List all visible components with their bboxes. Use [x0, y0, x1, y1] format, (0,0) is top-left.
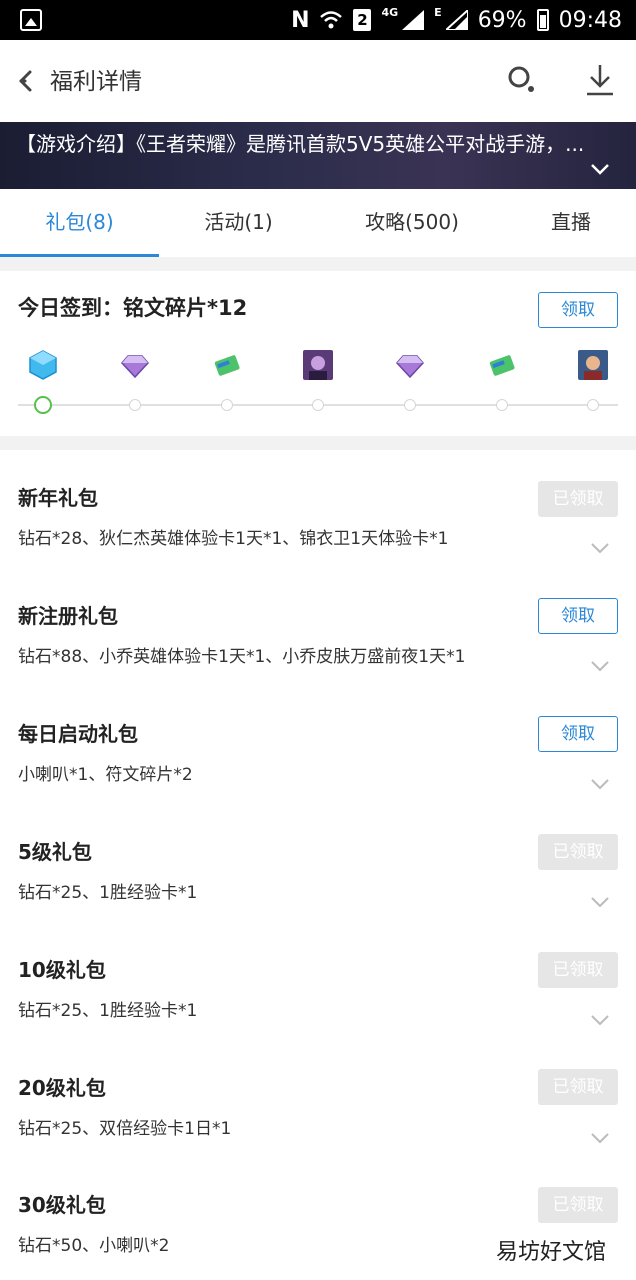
tab-guides[interactable]: 攻略(500)	[318, 189, 506, 257]
signal-icon-2	[445, 10, 468, 30]
gift-desc: 钻石*28、狄仁杰英雄体验卡1天*1、锦衣卫1天体验卡*1	[18, 529, 449, 549]
tab-bar: 礼包(8) 活动(1) 攻略(500) 直播	[0, 189, 636, 257]
purple-gem-icon	[395, 355, 425, 379]
green-card-icon	[489, 355, 515, 376]
gift-name: 新注册礼包	[18, 604, 118, 628]
network-type-label-2: E	[434, 5, 442, 19]
sim-icon: 2	[353, 9, 372, 31]
gift-claimed-button: 已领取	[538, 481, 618, 517]
section-divider	[0, 257, 636, 271]
gift-claimed-button: 已领取	[538, 1187, 618, 1223]
back-arrow-icon[interactable]	[14, 68, 40, 94]
game-intro-banner[interactable]: 【游戏介绍】《王者荣耀》是腾讯首款5V5英雄公平对战手游，...	[0, 122, 636, 189]
signin-day-dot	[129, 399, 141, 411]
chevron-down-icon[interactable]	[590, 1132, 610, 1145]
gift-desc: 钻石*25、1胜经验卡*1	[18, 883, 198, 903]
gift-name: 5级礼包	[18, 840, 92, 864]
gift-name: 30级礼包	[18, 1193, 106, 1217]
page-title: 福利详情	[50, 69, 142, 95]
gift-claim-button[interactable]: 领取	[538, 598, 618, 634]
section-divider	[0, 436, 636, 450]
chevron-down-icon[interactable]	[590, 896, 610, 909]
chevron-down-icon[interactable]	[590, 1014, 610, 1027]
network-type-label: 4G	[381, 5, 399, 19]
tab-live[interactable]: 直播	[506, 189, 636, 257]
clock: 09:48	[558, 7, 622, 33]
signin-claim-button[interactable]: 领取	[538, 292, 618, 328]
green-card-icon	[214, 355, 240, 376]
signin-day-dot	[312, 399, 324, 411]
gift-name: 新年礼包	[18, 486, 98, 510]
purple-gem-icon	[120, 355, 150, 379]
app-header: 福利详情	[0, 40, 636, 122]
status-bar: N 2 4G E 69% 09:48	[0, 0, 636, 40]
signin-day-dot	[404, 399, 416, 411]
gift-name: 20级礼包	[18, 1076, 106, 1100]
battery-icon	[536, 9, 549, 31]
hero-avatar-icon	[578, 350, 608, 380]
signin-day-dot	[587, 399, 599, 411]
chevron-down-icon[interactable]	[590, 660, 610, 673]
gift-claimed-button: 已领取	[538, 1069, 618, 1105]
gift-desc: 钻石*25、双倍经验卡1日*1	[18, 1119, 232, 1139]
game-intro-text: 【游戏介绍】《王者荣耀》是腾讯首款5V5英雄公平对战手游，...	[16, 132, 585, 156]
gift-claimed-button: 已领取	[538, 952, 618, 988]
blue-crystal-icon	[29, 350, 57, 380]
status-icons: N 2 4G E 69% 09:48	[291, 0, 622, 40]
signin-day-dot	[221, 399, 233, 411]
chevron-down-icon[interactable]	[590, 162, 610, 176]
signal-icon	[402, 10, 425, 30]
signin-day-dot-current	[34, 396, 52, 414]
gift-claim-button[interactable]: 领取	[538, 716, 618, 752]
gift-claimed-button: 已领取	[538, 834, 618, 870]
hero-avatar-icon	[303, 350, 333, 380]
search-icon[interactable]	[506, 64, 538, 96]
gift-desc: 钻石*25、1胜经验卡*1	[18, 1001, 198, 1021]
signin-day-dot	[496, 399, 508, 411]
chevron-down-icon[interactable]	[590, 542, 610, 555]
gift-desc: 钻石*88、小乔英雄体验卡1天*1、小乔皮肤万盛前夜1天*1	[18, 647, 466, 667]
gallery-notification-icon	[20, 9, 42, 31]
download-icon[interactable]	[584, 62, 616, 98]
watermark: 易坊好文馆	[491, 1232, 610, 1268]
gift-name: 10级礼包	[18, 958, 106, 982]
nfc-icon: N	[291, 7, 310, 33]
daily-signin-title: 今日签到：铭文碎片*12	[18, 296, 248, 320]
tab-gifts[interactable]: 礼包(8)	[0, 189, 159, 257]
chevron-down-icon[interactable]	[590, 778, 610, 791]
gift-desc: 小喇叭*1、符文碎片*2	[18, 765, 193, 785]
gift-name: 每日启动礼包	[18, 722, 138, 746]
wifi-icon	[320, 11, 343, 29]
tab-activities[interactable]: 活动(1)	[159, 189, 318, 257]
gift-desc: 钻石*50、小喇叭*2	[18, 1236, 170, 1256]
battery-percent: 69%	[477, 7, 527, 33]
